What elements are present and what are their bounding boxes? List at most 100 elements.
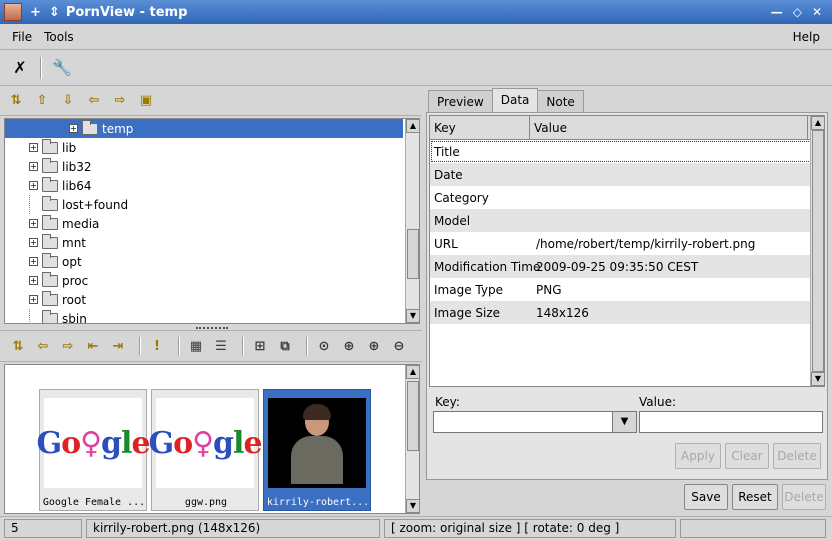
zoom-in-icon[interactable]: ⊕	[364, 336, 384, 356]
tree-item-label: media	[62, 216, 100, 231]
apply-button[interactable]: Apply	[675, 443, 721, 469]
down-arrow-icon[interactable]: ⇩	[58, 91, 78, 111]
scroll-thumb[interactable]	[812, 130, 824, 372]
scroll-up-icon[interactable]: ▲	[811, 116, 824, 130]
right-pane: Preview Data Note Key Value Title Date C…	[426, 86, 832, 516]
tree-item[interactable]: + lib64	[5, 176, 403, 195]
app-icon[interactable]	[4, 3, 22, 21]
tab-note[interactable]: Note	[537, 90, 584, 112]
tree-item[interactable]: + temp	[5, 119, 403, 138]
expand-icon[interactable]: +	[29, 276, 38, 285]
mark-icon[interactable]: !	[147, 336, 167, 356]
refresh-icon[interactable]: ⇅	[8, 336, 28, 356]
refresh-icon[interactable]: ⇅	[6, 91, 26, 111]
metadata-table[interactable]: Key Value Title Date Category Model URL /…	[429, 115, 825, 387]
zoom-icon[interactable]: ⊙	[314, 336, 334, 356]
clear-button[interactable]: Clear	[725, 443, 769, 469]
scroll-thumb[interactable]	[407, 381, 419, 451]
thumbnail-image: Go♀gle	[148, 398, 263, 488]
table-row[interactable]: Modification Time 2009-09-25 09:35:50 CES…	[430, 255, 824, 278]
table-row[interactable]: Title	[430, 140, 824, 163]
back-arrow-icon[interactable]: ⇦	[84, 91, 104, 111]
toolbar-separator	[40, 56, 42, 79]
thumbnail[interactable]: kirrily-robert...	[263, 389, 371, 511]
scroll-down-icon[interactable]: ▼	[406, 499, 420, 513]
scroll-up-icon[interactable]: ▲	[406, 119, 419, 133]
menu-help[interactable]: Help	[787, 30, 826, 44]
thumbnail-image: Go♀gle	[36, 398, 151, 488]
directory-tree[interactable]: + temp + lib + lib32 + lib64 lost+found …	[4, 118, 420, 324]
column-header-key[interactable]: Key	[430, 116, 530, 139]
table-row[interactable]: Category	[430, 186, 824, 209]
value-field[interactable]	[639, 411, 823, 433]
zoom-out-icon[interactable]: ⊖	[389, 336, 409, 356]
tree-item[interactable]: + lib32	[5, 157, 403, 176]
last-icon[interactable]: ⇥	[108, 336, 128, 356]
up-arrow-icon[interactable]: ⇧	[32, 91, 52, 111]
thumbnail-area[interactable]: Go♀gle Google Female ... Go♀gle ggw.png …	[4, 364, 420, 514]
close-icon[interactable]: ✕	[812, 5, 822, 19]
expand-icon[interactable]: +	[29, 257, 38, 266]
reset-button[interactable]: Reset	[732, 484, 778, 510]
delete-note-button[interactable]: Delete	[782, 484, 826, 510]
thumbnail-scrollbar[interactable]: ▲ ▼	[405, 365, 420, 513]
table-row[interactable]: Image Type PNG	[430, 278, 824, 301]
expand-icon[interactable]: +	[29, 295, 38, 304]
tab-preview[interactable]: Preview	[428, 90, 493, 112]
expand-icon[interactable]: +	[29, 219, 38, 228]
thumbnail[interactable]: Go♀gle ggw.png	[148, 389, 263, 511]
tree-item[interactable]: + mnt	[5, 233, 403, 252]
clipboard-icon[interactable]: ▣	[136, 91, 156, 111]
forward-arrow-icon[interactable]: ⇨	[110, 91, 130, 111]
tree-item[interactable]: + proc	[5, 271, 403, 290]
maximize-icon[interactable]: ◇	[793, 5, 802, 19]
grid-view-icon[interactable]: ▦	[186, 336, 206, 356]
table-row[interactable]: Image Size 148x126	[430, 301, 824, 324]
first-icon[interactable]: ⇤	[83, 336, 103, 356]
forward-arrow-icon[interactable]: ⇨	[58, 336, 78, 356]
tree-item[interactable]: lost+found	[5, 195, 403, 214]
copy-icon[interactable]: ⧉	[275, 336, 295, 356]
column-header-value[interactable]: Value	[530, 116, 808, 139]
wrench-icon[interactable]: 🔧	[50, 56, 74, 80]
delete-button[interactable]: Delete	[773, 443, 821, 469]
expand-icon[interactable]: +	[69, 124, 78, 133]
chevron-down-icon[interactable]: ▼	[612, 412, 636, 432]
folder-icon	[42, 271, 58, 287]
pin-icon[interactable]: +	[30, 5, 41, 20]
table-scrollbar[interactable]: ▲ ▼	[810, 116, 824, 386]
expand-icon[interactable]: +	[29, 162, 38, 171]
tree-scrollbar[interactable]: ▲ ▼	[405, 119, 419, 323]
thumbnail[interactable]: Go♀gle Google Female ...	[36, 389, 151, 511]
tree-item[interactable]: + media	[5, 214, 403, 233]
expand-icon[interactable]: +	[29, 181, 38, 190]
scroll-down-icon[interactable]: ▼	[406, 309, 419, 323]
fit-icon[interactable]: ⊞	[250, 336, 270, 356]
scroll-up-icon[interactable]: ▲	[406, 365, 420, 379]
window-menu-icon[interactable]: ⇕	[49, 5, 60, 20]
tree-item[interactable]: + lib	[5, 138, 403, 157]
expand-icon[interactable]: +	[29, 238, 38, 247]
back-arrow-icon[interactable]: ⇦	[33, 336, 53, 356]
menu-bar: File Tools Help	[0, 24, 832, 50]
key-combobox[interactable]: ▼	[433, 411, 637, 433]
tree-item[interactable]: sbin	[5, 309, 403, 323]
tree-item-label: proc	[62, 273, 89, 288]
minimize-icon[interactable]: —	[771, 5, 783, 19]
expand-icon[interactable]: +	[29, 143, 38, 152]
tools-crossed-icon[interactable]: ✗	[8, 56, 32, 80]
tree-item[interactable]: + opt	[5, 252, 403, 271]
save-button[interactable]: Save	[684, 484, 728, 510]
table-row[interactable]: Date	[430, 163, 824, 186]
tree-item[interactable]: + root	[5, 290, 403, 309]
scroll-thumb[interactable]	[407, 229, 419, 279]
menu-file[interactable]: File	[6, 30, 38, 44]
tab-data[interactable]: Data	[491, 88, 539, 112]
status-extra	[680, 519, 826, 538]
list-view-icon[interactable]: ☰	[211, 336, 231, 356]
menu-tools[interactable]: Tools	[38, 30, 80, 44]
table-row[interactable]: Model	[430, 209, 824, 232]
table-row[interactable]: URL/home/robert/temp/kirrily-robert.png	[430, 232, 824, 255]
zoom-fit-icon[interactable]: ⊕	[339, 336, 359, 356]
scroll-down-icon[interactable]: ▼	[811, 372, 824, 386]
